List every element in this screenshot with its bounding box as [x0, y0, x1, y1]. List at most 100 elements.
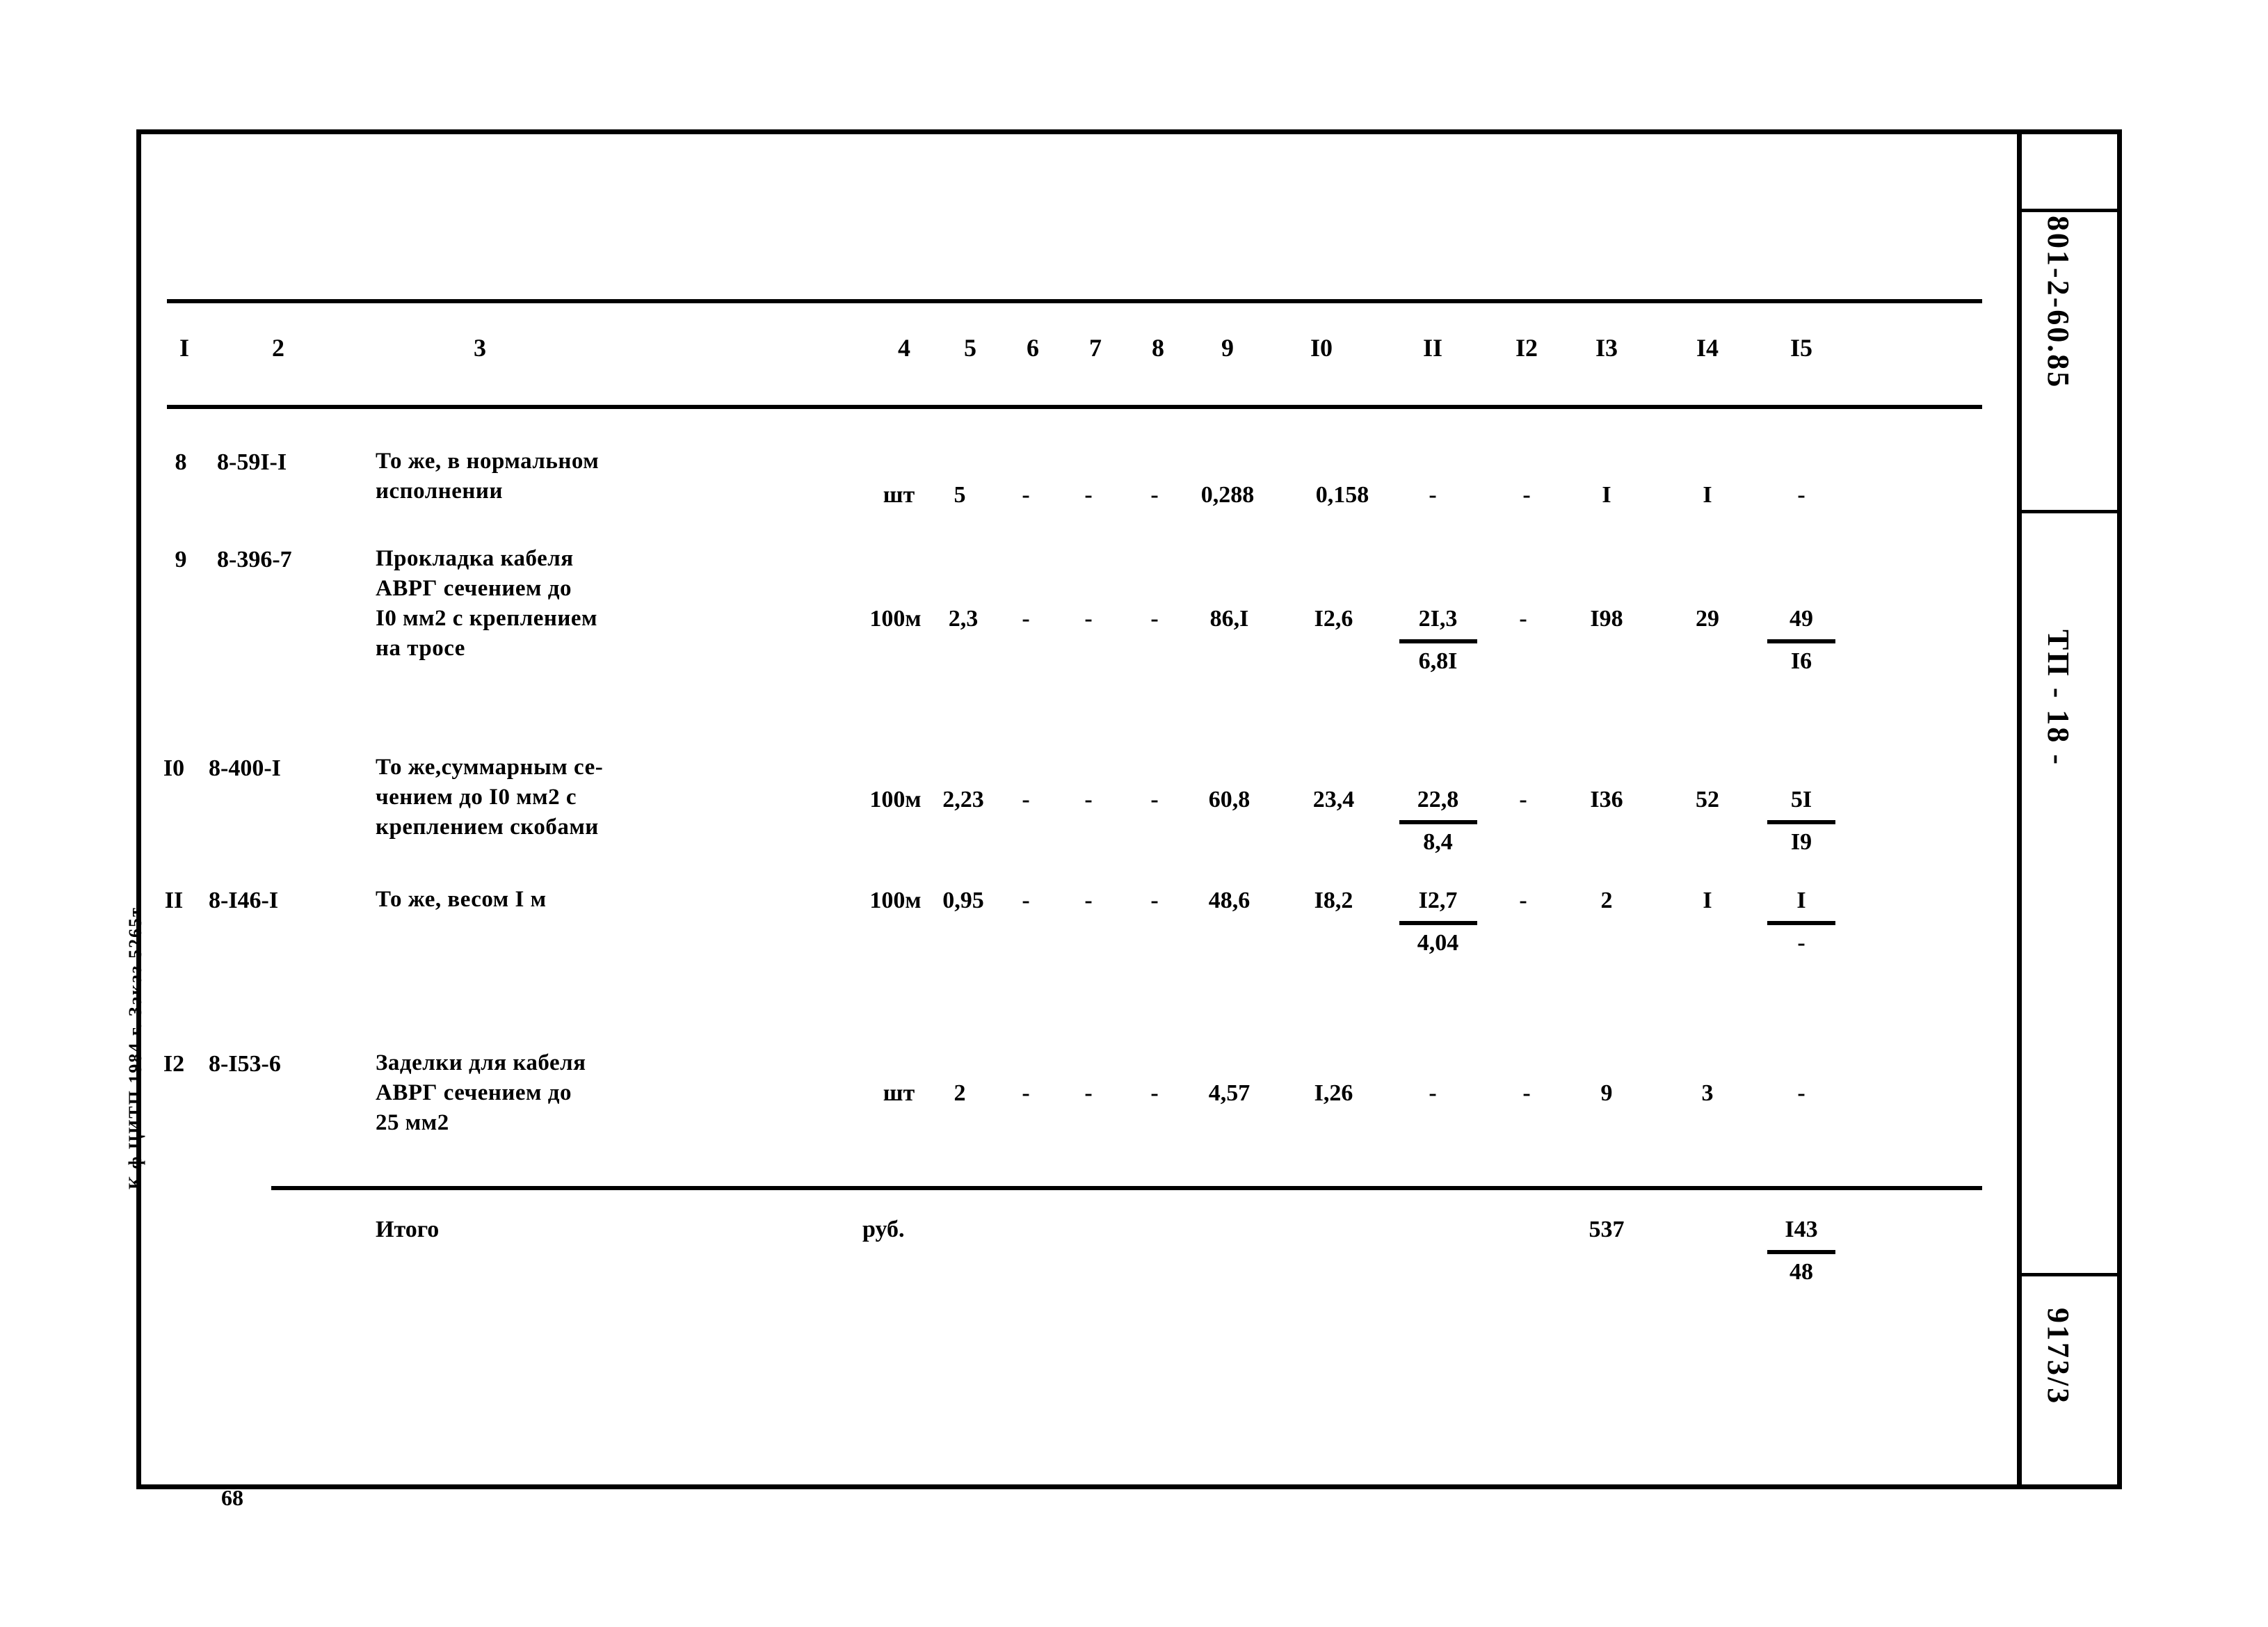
- table-row: 2: [1600, 888, 1613, 913]
- table-row: 60,8: [1208, 787, 1250, 812]
- stamp-code-mid: ТП - 18 -: [2041, 630, 2075, 767]
- table-row: 52: [1696, 787, 1719, 812]
- total-label: Итого: [376, 1217, 440, 1242]
- table-row: 0,95: [942, 888, 984, 913]
- table-row: I: [1602, 482, 1611, 508]
- column-header-14: I4: [1696, 334, 1719, 362]
- fraction-bar: [1399, 921, 1477, 925]
- table-row: 2,23: [942, 787, 984, 812]
- table-row: 86,I: [1209, 606, 1249, 632]
- stamp-code-bottom: 9173/3: [2041, 1308, 2075, 1406]
- table-row: -: [1522, 1080, 1531, 1106]
- cell-value-lower: 48: [1790, 1259, 1813, 1285]
- table-row: 48,6: [1208, 888, 1250, 913]
- column-header-1: I: [179, 334, 189, 362]
- table-row: I -: [1763, 887, 1840, 957]
- fraction-bar: [1767, 1250, 1835, 1254]
- margin-tick-mid: [2017, 510, 2122, 513]
- cell-value-lower: -: [1797, 930, 1805, 956]
- table-row: -: [1084, 787, 1093, 812]
- table-row: Заделки для кабеля АВРГ сечением до 25 м…: [376, 1050, 586, 1135]
- table-row: I0: [163, 755, 185, 781]
- table-row: -: [1429, 482, 1437, 508]
- table-row: -: [1150, 888, 1159, 913]
- table-row: -: [1022, 888, 1030, 913]
- fraction-bar: [1399, 820, 1477, 824]
- table-row: 23,4: [1312, 787, 1355, 812]
- table-row: -: [1429, 1080, 1437, 1106]
- table-row: 8-396-7: [217, 547, 292, 572]
- table-row: То же, в нормальном исполнении: [376, 449, 600, 504]
- table-row: I2,6: [1314, 606, 1353, 632]
- table-row: -: [1022, 1080, 1030, 1106]
- table-row: -: [1519, 787, 1527, 812]
- margin-tick-bottom: [2017, 1273, 2122, 1276]
- table-row: -: [1519, 606, 1527, 632]
- table-row: 2: [954, 1080, 966, 1106]
- table-row: 8-59I-I: [217, 449, 287, 475]
- cell-value-upper: I43: [1785, 1217, 1818, 1242]
- column-header-7: 7: [1089, 334, 1102, 362]
- table-row: 2I,3 6,8I: [1391, 605, 1485, 675]
- fraction-bar: [1399, 639, 1477, 643]
- column-header-10: I0: [1310, 334, 1333, 362]
- table-row: -: [1084, 606, 1093, 632]
- table-row: 4,57: [1208, 1080, 1250, 1106]
- table-rule-total: [271, 1186, 1982, 1190]
- table-row: -: [1022, 787, 1030, 812]
- table-row: 2,3: [948, 606, 979, 632]
- column-header-11: II: [1422, 334, 1443, 362]
- column-header-15: I5: [1790, 334, 1812, 362]
- table-row: 8-I46-I: [209, 888, 279, 913]
- table-row: -: [1522, 482, 1531, 508]
- table-row: I36: [1590, 787, 1623, 812]
- table-row: -: [1797, 482, 1805, 508]
- column-header-13: I3: [1595, 334, 1618, 362]
- table-row: I: [1703, 888, 1712, 913]
- cell-value-upper: I2,7: [1418, 888, 1458, 913]
- column-header-3: 3: [474, 334, 486, 362]
- table-row: 0,158: [1315, 482, 1369, 508]
- column-header-9: 9: [1221, 334, 1234, 362]
- table-row: То же,суммарным се- чением до I0 мм2 с к…: [376, 755, 604, 840]
- table-row: 8: [175, 449, 187, 475]
- table-row: 5: [954, 482, 966, 508]
- table-row: 0,288: [1200, 482, 1255, 508]
- column-header-8: 8: [1152, 334, 1164, 362]
- table-row: 8-400-I: [209, 755, 281, 781]
- cell-value-lower: 6,8I: [1418, 648, 1458, 674]
- table-row: 29: [1696, 606, 1719, 632]
- cell-value-lower: I6: [1790, 648, 1812, 674]
- cell-value-lower: I9: [1790, 829, 1812, 855]
- table-row: шт: [883, 1080, 915, 1106]
- page-number: 68: [221, 1485, 243, 1510]
- table-row: 100м: [869, 606, 922, 632]
- table-row: I8,2: [1314, 888, 1353, 913]
- table-row: 8-I53-6: [209, 1051, 281, 1077]
- column-header-12: I2: [1515, 334, 1538, 362]
- table-row: 22,8 8,4: [1391, 786, 1485, 856]
- table-row: I,26: [1314, 1080, 1353, 1106]
- table-row: I2,7 4,04: [1391, 887, 1485, 957]
- column-header-5: 5: [964, 334, 976, 362]
- table-row: I: [1703, 482, 1712, 508]
- table-row: -: [1084, 482, 1093, 508]
- table-row: I2: [163, 1051, 185, 1077]
- table-row: -: [1022, 606, 1030, 632]
- table-row: -: [1519, 888, 1527, 913]
- cell-value-lower: 4,04: [1417, 930, 1459, 956]
- column-header-6: 6: [1027, 334, 1039, 362]
- cell-value-upper: 5I: [1790, 787, 1812, 812]
- cell-value-upper: 2I,3: [1418, 606, 1458, 632]
- table-row: -: [1022, 482, 1030, 508]
- column-header-4: 4: [898, 334, 910, 362]
- table-row: 49 I6: [1763, 605, 1840, 675]
- cell-value-upper: 22,8: [1417, 787, 1459, 812]
- table-row: -: [1797, 1080, 1805, 1106]
- column-header-2: 2: [272, 334, 284, 362]
- table-row: Прокладка кабеля АВРГ сечением до I0 мм2…: [376, 546, 598, 661]
- table-row: -: [1150, 1080, 1159, 1106]
- table-row: I98: [1590, 606, 1623, 632]
- table-row: -: [1150, 606, 1159, 632]
- table-row: 3: [1701, 1080, 1714, 1106]
